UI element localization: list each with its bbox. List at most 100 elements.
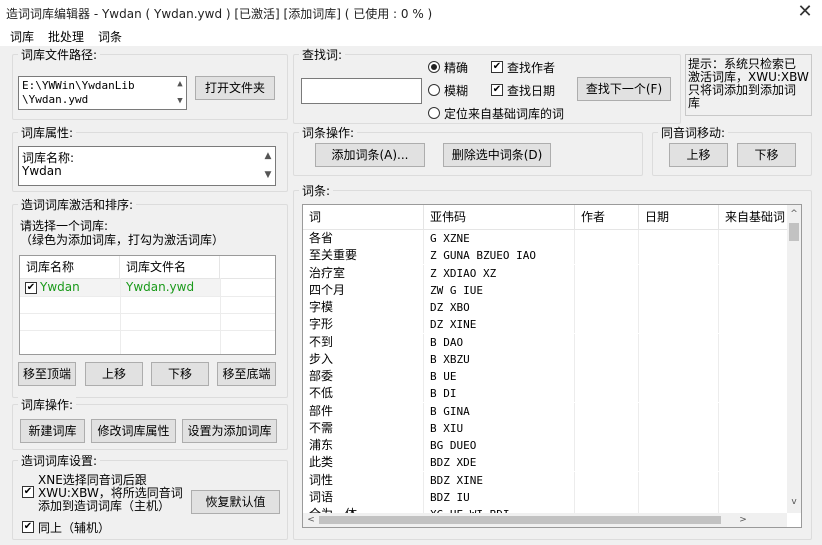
col-library-name[interactable]: 词库名称 — [20, 256, 120, 278]
table-row[interactable]: 部委 B UE — [303, 368, 787, 385]
entry-code: BDZ IU — [424, 488, 575, 506]
menu-entry[interactable]: 词条 — [98, 28, 122, 45]
find-date-checkbox[interactable]: ✔ — [491, 84, 503, 96]
table-row[interactable]: 不低 B DI — [303, 385, 787, 403]
library-name-value: Ywdan — [22, 164, 62, 178]
entry-from-base — [719, 472, 787, 489]
hscroll-thumb[interactable] — [319, 516, 721, 524]
move-down-button[interactable]: 下移 — [151, 362, 209, 386]
table-row[interactable]: 不到 B DAO — [303, 333, 787, 351]
activate-checkbox[interactable]: ✔ — [25, 282, 37, 294]
entry-from-base — [719, 351, 787, 368]
library-path-line2: \Ywdan.ywd — [22, 93, 89, 106]
entry-author — [575, 316, 639, 334]
scroll-up-icon[interactable]: ^ — [787, 207, 801, 221]
entry-from-base — [719, 420, 787, 437]
table-row[interactable]: 词性 BDZ XINE — [303, 471, 787, 489]
entry-code: BDZ XINE — [424, 471, 575, 489]
menu-library[interactable]: 词库 — [10, 28, 34, 45]
entry-author — [575, 506, 639, 513]
scroll-right-icon[interactable]: > — [737, 513, 749, 527]
entries-hscroll[interactable]: < > — [303, 513, 787, 527]
homophone-up-button[interactable]: 上移 — [669, 143, 728, 167]
entry-code: G XZNE — [424, 230, 575, 247]
col-word[interactable]: 词 — [303, 205, 424, 229]
table-row[interactable]: 不需 B XIU — [303, 419, 787, 437]
scroll-down-icon[interactable]: ▼ — [261, 168, 275, 184]
entry-date — [639, 264, 719, 282]
library-list[interactable]: 词库名称 词库文件名 ✔ Ywdan Ywdan.ywd — [19, 255, 276, 355]
search-input[interactable] — [301, 78, 422, 104]
menu-batch[interactable]: 批处理 — [48, 28, 84, 45]
entry-from-base — [719, 403, 787, 420]
entry-word: 浦东 — [303, 437, 424, 454]
scroll-up-icon[interactable]: ▲ — [261, 149, 275, 165]
table-row[interactable]: 各省 G XZNE — [303, 230, 787, 247]
homophone-down-button[interactable]: 下移 — [737, 143, 796, 167]
table-row[interactable]: 字模 DZ XBO — [303, 299, 787, 316]
entry-author — [575, 333, 639, 351]
scroll-down-icon[interactable]: ▼ — [173, 94, 187, 110]
table-row[interactable]: 浦东 BG DUEO — [303, 437, 787, 454]
entry-code: DZ XBO — [424, 299, 575, 316]
scroll-down-icon[interactable]: v — [787, 495, 801, 509]
table-row[interactable]: 此类 BDZ XDE — [303, 454, 787, 472]
entry-code: BDZ XDE — [424, 454, 575, 472]
move-top-button[interactable]: 移至顶端 — [18, 362, 76, 386]
table-row[interactable]: 部件 B GINA — [303, 402, 787, 420]
entry-from-base — [719, 316, 787, 333]
table-row[interactable]: 至关重要 Z GUNA BZUEO IAO — [303, 247, 787, 265]
menu-bar — [0, 26, 822, 46]
fuzzy-radio[interactable] — [428, 84, 440, 96]
delete-entry-button[interactable]: 删除选中词条(D) — [443, 143, 551, 167]
restore-defaults-button[interactable]: 恢复默认值 — [191, 490, 280, 514]
entry-date — [639, 230, 719, 247]
library-path-field[interactable]: E:\YWWin\YwdanLib \Ywdan.ywd ▲ ▼ — [18, 76, 187, 110]
find-next-button[interactable]: 查找下一个(F) — [577, 77, 671, 101]
library-props-field[interactable]: 词库名称: Ywdan ▲ ▼ — [18, 146, 276, 186]
table-row[interactable]: 词语 BDZ IU — [303, 488, 787, 506]
edit-library-button[interactable]: 修改词库属性 — [91, 419, 176, 443]
exact-radio[interactable] — [428, 61, 440, 73]
locate-radio[interactable] — [428, 107, 440, 119]
entry-date — [639, 299, 719, 316]
col-date[interactable]: 日期 — [639, 205, 719, 229]
color-legend-hint: （绿色为添加词库，打勾为激活词库） — [20, 233, 225, 247]
col-author[interactable]: 作者 — [575, 205, 639, 229]
entry-code: B XIU — [424, 419, 575, 437]
table-row[interactable]: 全为一体XG UE WI BDI — [303, 506, 787, 513]
entry-from-base — [719, 230, 787, 247]
entry-from-base — [719, 334, 787, 351]
entry-author — [575, 488, 639, 506]
entry-date — [639, 247, 719, 265]
entry-word: 此类 — [303, 454, 424, 472]
scroll-left-icon[interactable]: < — [305, 513, 317, 527]
open-folder-button[interactable]: 打开文件夹 — [195, 76, 275, 100]
table-row[interactable]: 四个月 ZW G IUE — [303, 281, 787, 299]
entry-from-base — [719, 489, 787, 506]
scroll-up-icon[interactable]: ▲ — [173, 77, 187, 93]
table-row[interactable]: 字形 DZ XINE — [303, 316, 787, 334]
row-divider — [20, 296, 275, 297]
activate-sort-label: 造词词库激活和排序: — [18, 196, 137, 213]
table-row[interactable]: 治疗室 Z XDIAO XZ — [303, 264, 787, 282]
entry-author — [575, 385, 639, 403]
aux-option-checkbox[interactable]: ✔ — [22, 521, 34, 533]
scroll-thumb[interactable] — [789, 223, 799, 241]
entries-rows: 各省 G XZNE 至关重要 Z GUNA BZUEO IAO 治疗室 Z XDIAO X… — [303, 230, 787, 513]
table-row[interactable]: 步入 B XBZU — [303, 350, 787, 368]
move-bottom-button[interactable]: 移至底端 — [217, 362, 276, 386]
col-code[interactable]: 亚伟码 — [424, 205, 575, 229]
set-add-library-button[interactable]: 设置为添加词库 — [182, 419, 277, 443]
new-library-button[interactable]: 新建词库 — [20, 419, 85, 443]
move-up-button[interactable]: 上移 — [85, 362, 143, 386]
close-icon[interactable]: ✕ — [796, 3, 814, 21]
entries-list[interactable]: 词 亚伟码 作者 日期 来自基础词 各省 G XZNE 至关重要 Z GUNA BZU… — [302, 204, 802, 528]
find-author-checkbox[interactable]: ✔ — [491, 61, 503, 73]
col-library-file[interactable]: 词库文件名 — [120, 256, 220, 278]
library-props-label: 词库属性: — [18, 124, 77, 141]
entry-from-base — [719, 299, 787, 316]
entries-vscroll[interactable]: ^ v — [787, 205, 801, 513]
host-option-checkbox[interactable]: ✔ — [22, 486, 34, 498]
add-entry-button[interactable]: 添加词条(A)... — [315, 143, 425, 167]
